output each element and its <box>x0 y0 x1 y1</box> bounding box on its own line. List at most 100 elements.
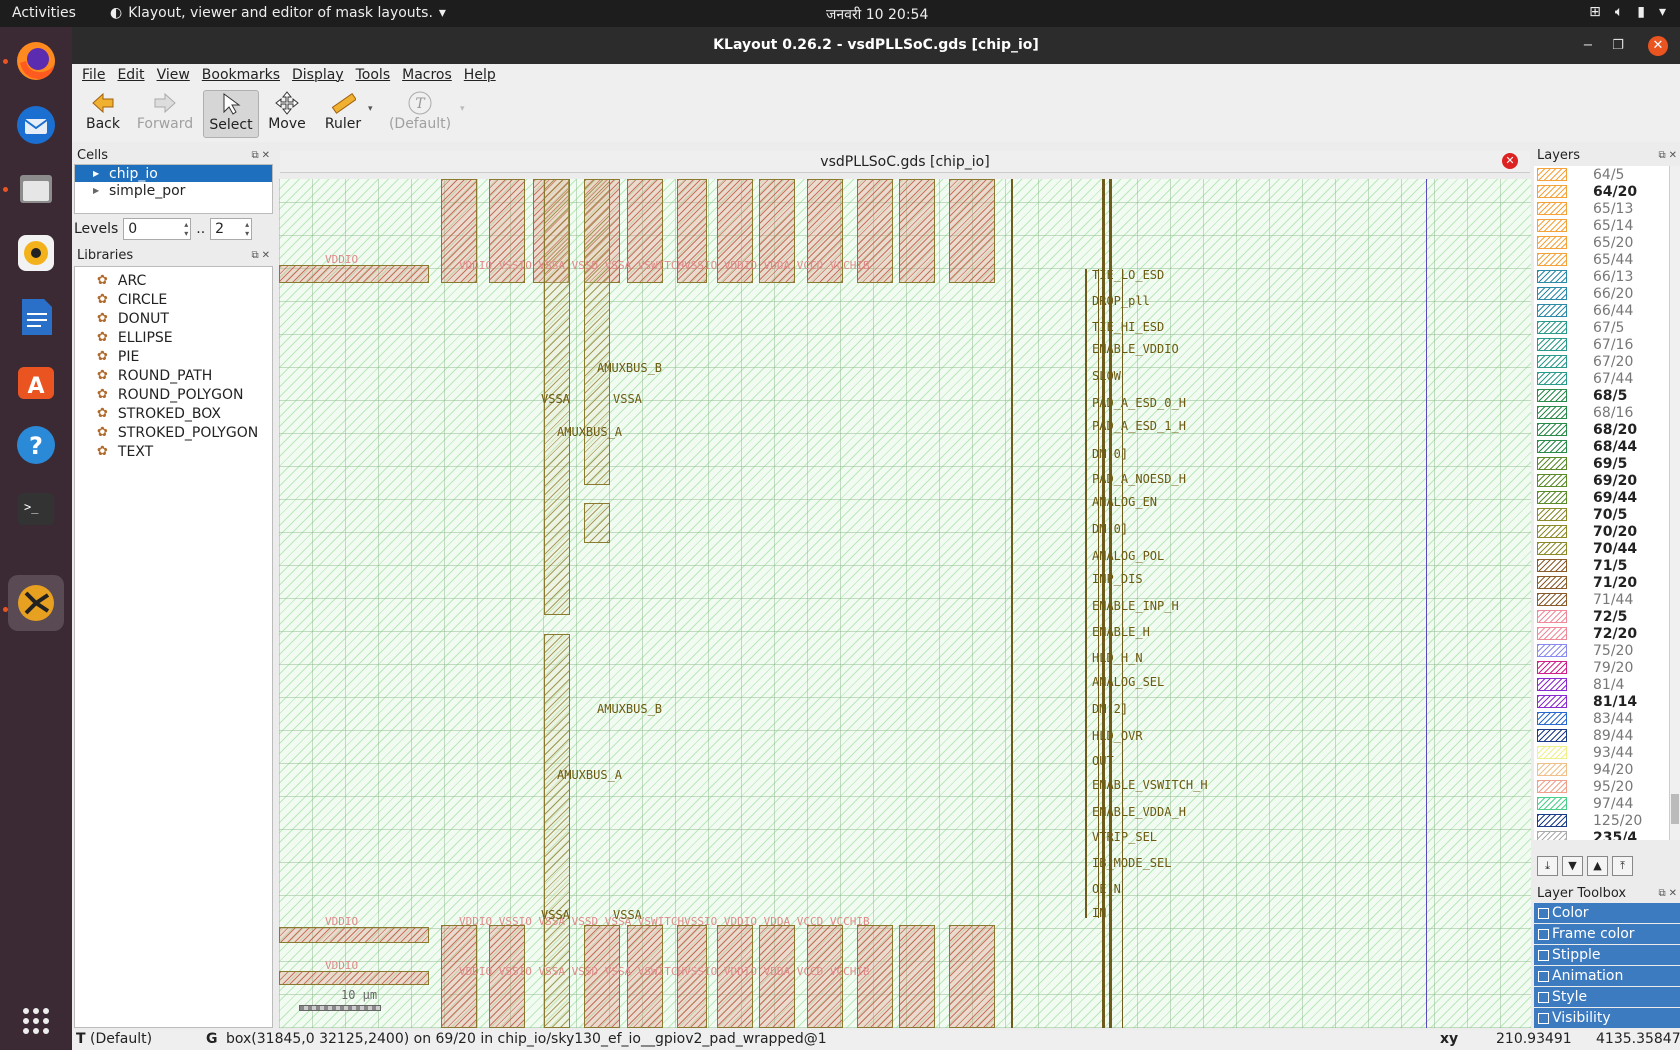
float-icon[interactable]: ⧉ <box>1658 150 1665 161</box>
layer-item[interactable]: 71/5 <box>1534 557 1680 574</box>
move-down-icon[interactable]: ▼ <box>1562 856 1583 876</box>
software-center-icon[interactable]: A <box>8 353 64 409</box>
layout-tab[interactable]: vsdPLLSoC.gds [chip_io] ✕ <box>280 151 1530 173</box>
app-grid-icon[interactable] <box>8 993 64 1049</box>
rhythmbox-icon[interactable] <box>8 225 64 281</box>
system-tray[interactable]: ⊞ 🔈︎ ▮ ▾ <box>1589 4 1666 20</box>
move-bottom-icon[interactable]: ⤓ <box>1537 856 1558 876</box>
menu-edit[interactable]: Edit <box>111 64 150 86</box>
close-icon[interactable]: ✕ <box>1648 36 1668 56</box>
toolbox-stipple[interactable]: Stipple <box>1534 945 1680 965</box>
layer-item[interactable]: 65/13 <box>1534 200 1680 217</box>
layer-item[interactable]: 75/20 <box>1534 642 1680 659</box>
toolbox-color[interactable]: Color <box>1534 903 1680 923</box>
minimize-icon[interactable]: − <box>1578 36 1598 56</box>
files-icon[interactable] <box>8 161 64 217</box>
layer-item[interactable]: 68/44 <box>1534 438 1680 455</box>
library-item[interactable]: ✿ ELLIPSE <box>75 328 272 347</box>
library-item[interactable]: ✿ STROKED_BOX <box>75 404 272 423</box>
cell-tree[interactable]: ▶ chip_io ▶ simple_por <box>74 164 273 214</box>
close-icon[interactable]: ✕ <box>262 150 270 161</box>
layer-item[interactable]: 68/5 <box>1534 387 1680 404</box>
layer-item[interactable]: 67/16 <box>1534 336 1680 353</box>
layout-canvas[interactable]: VDDIO VDDIO VSSIO VSSA VSSD VSSA VSWITCH… <box>279 179 1531 1028</box>
ruler-dropdown-icon[interactable]: ▾ <box>368 104 373 114</box>
terminal-icon[interactable]: >_ <box>8 481 64 537</box>
layer-item[interactable]: 125/20 <box>1534 812 1680 829</box>
move-up-icon[interactable]: ▲ <box>1587 856 1608 876</box>
clock[interactable]: जनवरी 10 20:54 <box>826 5 928 24</box>
menu-file[interactable]: File <box>76 64 111 86</box>
back-button[interactable]: Back <box>78 90 128 138</box>
layer-item[interactable]: 93/44 <box>1534 744 1680 761</box>
layer-item[interactable]: 72/20 <box>1534 625 1680 642</box>
layer-item[interactable]: 66/13 <box>1534 268 1680 285</box>
layer-item[interactable]: 65/44 <box>1534 251 1680 268</box>
select-button[interactable]: Select <box>203 90 259 138</box>
library-item[interactable]: ✿ ARC <box>75 271 272 290</box>
layer-item[interactable]: 70/20 <box>1534 523 1680 540</box>
levels-from-input[interactable]: 0 <box>123 218 192 240</box>
menu-view[interactable]: View <box>151 64 196 86</box>
thunderbird-icon[interactable] <box>8 97 64 153</box>
menu-help[interactable]: Help <box>458 64 502 86</box>
forward-button[interactable]: Forward <box>128 90 202 138</box>
scrollbar-thumb[interactable] <box>1671 794 1679 824</box>
close-tab-icon[interactable]: ✕ <box>1502 153 1518 169</box>
layer-item[interactable]: 235/4 <box>1534 829 1680 840</box>
toolbox-style[interactable]: Style <box>1534 987 1680 1007</box>
float-icon[interactable]: ⧉ <box>251 250 258 261</box>
toolbox-animation[interactable]: Animation <box>1534 966 1680 986</box>
layer-item[interactable]: 89/44 <box>1534 727 1680 744</box>
menu-display[interactable]: Display <box>286 64 350 86</box>
menu-tools[interactable]: Tools <box>350 64 397 86</box>
layer-item[interactable]: 65/20 <box>1534 234 1680 251</box>
layer-item[interactable]: 67/5 <box>1534 319 1680 336</box>
layer-item[interactable]: 67/44 <box>1534 370 1680 387</box>
move-top-icon[interactable]: ⤒ <box>1612 856 1633 876</box>
layer-item[interactable]: 72/5 <box>1534 608 1680 625</box>
klayout-icon[interactable] <box>8 575 64 631</box>
maximize-icon[interactable]: ❐ <box>1608 36 1628 56</box>
cell-item-chip-io[interactable]: ▶ chip_io <box>75 165 272 182</box>
expand-icon[interactable]: ▶ <box>93 169 99 178</box>
layer-item[interactable]: 68/16 <box>1534 404 1680 421</box>
levels-to-input[interactable]: 2 <box>210 218 253 240</box>
layer-item[interactable]: 71/44 <box>1534 591 1680 608</box>
expand-icon[interactable]: ▶ <box>93 186 99 195</box>
float-icon[interactable]: ⧉ <box>1658 888 1665 899</box>
default-style-button[interactable]: T (Default) <box>380 90 460 138</box>
app-menu[interactable]: ◐ Klayout, viewer and editor of mask lay… <box>110 5 446 21</box>
layer-item[interactable]: 97/44 <box>1534 795 1680 812</box>
layer-item[interactable]: 66/44 <box>1534 302 1680 319</box>
close-icon[interactable]: ✕ <box>1669 888 1677 899</box>
layer-item[interactable]: 66/20 <box>1534 285 1680 302</box>
layer-item[interactable]: 94/20 <box>1534 761 1680 778</box>
layer-item[interactable]: 67/20 <box>1534 353 1680 370</box>
layer-item[interactable]: 65/14 <box>1534 217 1680 234</box>
help-icon[interactable]: ? <box>8 417 64 473</box>
float-icon[interactable]: ⧉ <box>251 150 258 161</box>
style-dropdown-icon[interactable]: ▾ <box>460 104 465 114</box>
library-item[interactable]: ✿ CIRCLE <box>75 290 272 309</box>
activities-button[interactable]: Activities <box>12 5 76 21</box>
layer-item[interactable]: 68/20 <box>1534 421 1680 438</box>
library-item[interactable]: ✿ PIE <box>75 347 272 366</box>
layer-item[interactable]: 95/20 <box>1534 778 1680 795</box>
layer-list[interactable]: 64/5 64/20 65/13 65/14 65/20 65/44 66/13 66/20 6… <box>1534 166 1680 840</box>
layer-item[interactable]: 81/4 <box>1534 676 1680 693</box>
close-icon[interactable]: ✕ <box>262 250 270 261</box>
layer-item[interactable]: 69/44 <box>1534 489 1680 506</box>
library-list[interactable]: ✿ ARC ✿ CIRCLE ✿ DONUT ✿ ELLIPSE ✿ PIE ✿ ROUND… <box>74 266 273 1028</box>
layer-item[interactable]: 69/5 <box>1534 455 1680 472</box>
close-icon[interactable]: ✕ <box>1669 150 1677 161</box>
ruler-button[interactable]: Ruler <box>314 90 372 138</box>
layer-item[interactable]: 64/5 <box>1534 166 1680 183</box>
layer-item[interactable]: 81/14 <box>1534 693 1680 710</box>
library-item[interactable]: ✿ TEXT <box>75 442 272 461</box>
library-item[interactable]: ✿ ROUND_PATH <box>75 366 272 385</box>
writer-icon[interactable] <box>8 289 64 345</box>
layer-item[interactable]: 70/44 <box>1534 540 1680 557</box>
layer-item[interactable]: 71/20 <box>1534 574 1680 591</box>
layer-item[interactable]: 79/20 <box>1534 659 1680 676</box>
